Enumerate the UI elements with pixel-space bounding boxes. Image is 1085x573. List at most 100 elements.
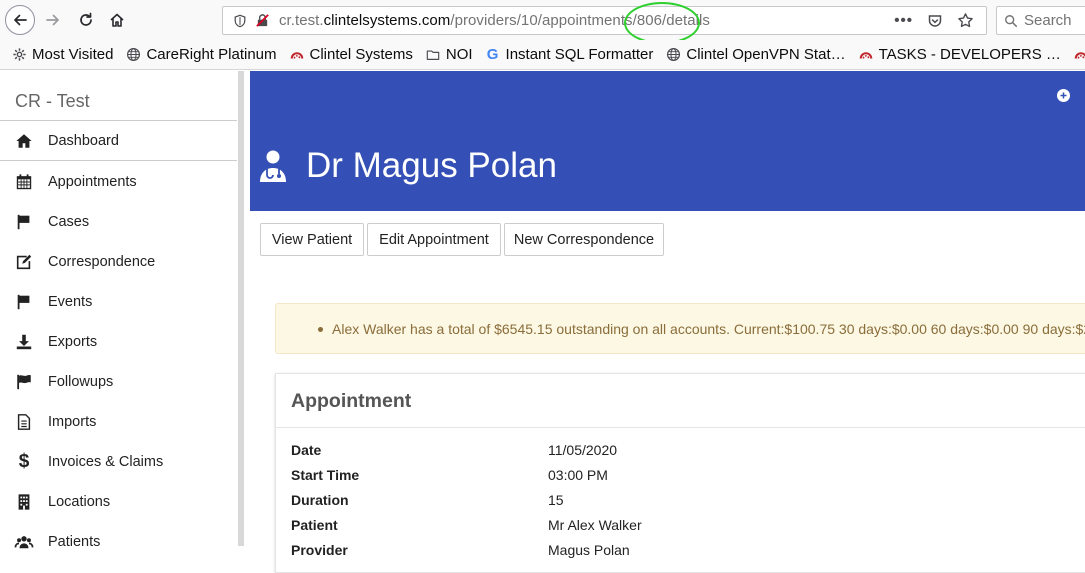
edit-icon <box>14 252 34 272</box>
globe-icon <box>125 47 141 63</box>
sidebar-item-label: Dashboard <box>48 133 119 149</box>
sidebar-item-patients[interactable]: Patients <box>0 522 237 562</box>
sidebar-item-label: Invoices & Claims <box>48 454 164 470</box>
detail-row-start-time: Start Time 03:00 PM <box>291 467 1071 487</box>
page-title: Dr Magus Polan <box>306 146 557 185</box>
download-icon <box>14 332 34 352</box>
sidebar-item-label: Events <box>48 294 93 310</box>
sidebar-item-imports[interactable]: Imports <box>0 402 237 442</box>
panel-title: Appointment <box>291 390 412 412</box>
calendar-icon <box>14 172 34 192</box>
outstanding-balance-alert: Alex Walker has a total of $6545.15 outs… <box>275 303 1085 354</box>
pocket-icon[interactable] <box>927 13 943 29</box>
detail-label: Start Time <box>291 467 360 483</box>
app-brand[interactable]: CR - Test <box>15 91 90 112</box>
detail-label: Duration <box>291 492 349 508</box>
detail-row-provider: Provider Magus Polan <box>291 542 1071 562</box>
bookmark-label: Instant SQL Formatter <box>505 46 654 63</box>
flag-wave-icon <box>14 372 34 392</box>
home-button[interactable] <box>102 5 132 35</box>
home-icon <box>14 131 34 151</box>
shield-icon[interactable] <box>231 12 249 30</box>
browser-toolbar: cr.test.clintelsystems.com/providers/10/… <box>0 0 1085 44</box>
folder-icon <box>425 47 441 63</box>
sidebar-item-label: Correspondence <box>48 254 156 270</box>
page-header: Dr Magus Polan <box>250 71 1085 211</box>
bookmark-label: Clintel Systems <box>309 46 413 63</box>
address-bar[interactable]: cr.test.clintelsystems.com/providers/10/… <box>222 6 987 35</box>
detail-value: 03:00 PM <box>548 467 608 483</box>
users-icon <box>14 532 34 552</box>
google-icon: G <box>486 46 499 63</box>
appointment-panel: Appointment Date 11/05/2020 Start Time 0… <box>275 373 1085 573</box>
globe-icon <box>665 47 681 63</box>
bookmark-label: Clintel OpenVPN Stat… <box>686 46 846 63</box>
url-path: /providers/10/appointments/806/details <box>450 12 710 29</box>
url-domain: clintelsystems.com <box>323 12 451 29</box>
bookmark-sql-formatter[interactable]: G Instant SQL Formatter <box>485 46 654 63</box>
sidebar-item-locations[interactable]: Locations <box>0 482 237 522</box>
bullet <box>318 327 323 332</box>
sidebar-item-invoices-claims[interactable]: $ Invoices & Claims <box>0 442 237 482</box>
detail-value: Mr Alex Walker <box>548 517 642 533</box>
bookmark-careright[interactable]: CareRight Platinum <box>125 46 277 63</box>
gear-icon <box>11 47 27 63</box>
sidebar-item-dashboard[interactable]: Dashboard <box>0 121 237 161</box>
sidebar-item-label: Imports <box>48 414 97 430</box>
detail-value: 11/05/2020 <box>548 442 618 458</box>
sidebar-item-label: Locations <box>48 494 111 510</box>
sidebar-item-exports[interactable]: Exports <box>0 322 237 362</box>
clintel-icon <box>858 47 874 63</box>
search-icon <box>1004 14 1018 28</box>
detail-value: Magus Polan <box>548 542 630 558</box>
bookmark-label: TASKS - DEVELOPERS … <box>878 46 1061 63</box>
sidebar-item-label: Followups <box>48 374 114 390</box>
back-button[interactable] <box>5 5 35 35</box>
home-icon <box>110 13 124 27</box>
reload-icon <box>80 12 92 26</box>
divider <box>276 427 1085 428</box>
clintel-icon <box>1073 47 1085 63</box>
dollar-icon: $ <box>18 451 30 472</box>
bookmark-openvpn[interactable]: Clintel OpenVPN Stat… <box>665 46 846 63</box>
forward-button[interactable] <box>38 5 68 35</box>
detail-value: 15 <box>548 492 564 508</box>
bookmark-folder-noi[interactable]: NOI <box>425 46 473 63</box>
flag-icon <box>14 212 34 232</box>
arrow-right-icon <box>46 14 59 26</box>
bookmark-label: Most Visited <box>32 46 114 63</box>
sidebar-item-cases[interactable]: Cases <box>0 202 237 242</box>
sidebar-item-followups[interactable]: Followups <box>0 362 237 402</box>
clintel-icon <box>289 47 305 63</box>
new-correspondence-button[interactable]: New Correspondence <box>504 223 664 256</box>
plus-circle-icon[interactable] <box>1057 89 1070 102</box>
more-actions-icon[interactable]: ••• <box>894 12 913 29</box>
edit-appointment-button[interactable]: Edit Appointment <box>367 223 501 256</box>
detail-row-patient: Patient Mr Alex Walker <box>291 517 1071 537</box>
url-text[interactable]: cr.test.clintelsystems.com/providers/10/… <box>279 12 710 29</box>
sidebar-item-correspondence[interactable]: Correspondence <box>0 242 237 282</box>
bookmark-ta[interactable]: Ta <box>1073 46 1085 63</box>
bookmarks-toolbar: Most Visited CareRight Platinum Clintel … <box>0 40 1085 70</box>
detail-label: Provider <box>291 542 348 558</box>
view-patient-button[interactable]: View Patient <box>260 223 364 256</box>
insecure-lock-icon[interactable] <box>253 12 271 30</box>
bookmark-clintel-systems[interactable]: Clintel Systems <box>289 46 413 63</box>
arrow-left-icon <box>14 14 27 26</box>
bookmark-star-icon[interactable] <box>957 12 974 29</box>
detail-label: Date <box>291 442 322 458</box>
divider <box>0 160 237 161</box>
detail-row-date: Date 11/05/2020 <box>291 442 1071 462</box>
sidebar-item-label: Exports <box>48 334 98 350</box>
sidebar-item-label: Cases <box>48 214 90 230</box>
reload-button[interactable] <box>71 5 101 35</box>
sidebar: CR - Test Dashboard Appointments Cases C… <box>0 71 244 550</box>
file-icon <box>14 412 34 432</box>
search-bar[interactable]: Search <box>996 6 1085 35</box>
sidebar-item-appointments[interactable]: Appointments <box>0 162 237 202</box>
sidebar-item-events[interactable]: Events <box>0 282 237 322</box>
building-icon <box>14 492 34 512</box>
bookmark-most-visited[interactable]: Most Visited <box>11 46 113 63</box>
bookmark-label: CareRight Platinum <box>146 46 277 63</box>
bookmark-tasks[interactable]: TASKS - DEVELOPERS … <box>858 46 1061 63</box>
